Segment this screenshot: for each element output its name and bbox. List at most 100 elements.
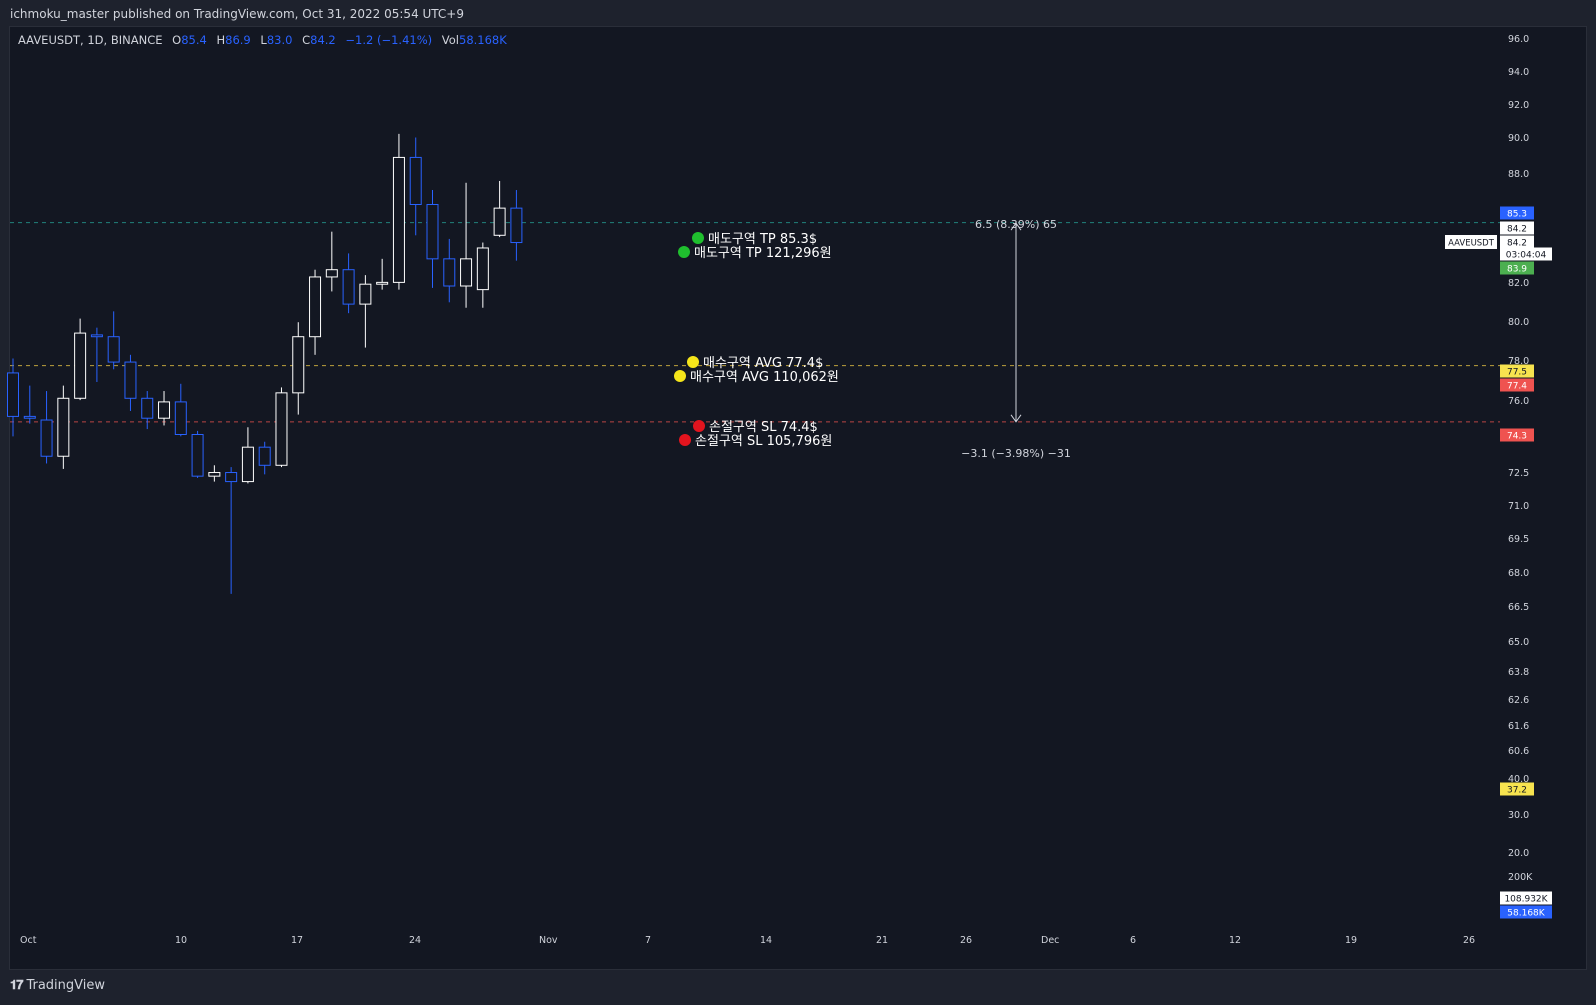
y-tick-label: 72.5 [1508,468,1529,479]
y-tick-label: 62.6 [1508,695,1529,706]
candle-body [40,419,53,457]
candle-body [124,361,137,399]
y-tick-label: 82.0 [1508,278,1529,289]
legend-low-value: 83.0 [266,33,293,47]
y-tick-label: 76.0 [1508,396,1529,407]
candle-body [258,446,271,466]
sl-krw-dot-icon [679,434,691,446]
ohlc-legend: AAVEUSDT, 1D, BINANCE O85.4 H86.9 L83.0 … [18,33,507,47]
y-tick-label: 96.0 [1508,34,1529,45]
x-tick-label: 12 [1229,935,1241,946]
avg-usd-dot-icon [687,356,699,368]
candle-body [309,276,322,338]
tp-usd-dot-icon [692,232,704,244]
y-tick-label: 92.0 [1508,100,1529,111]
tp-krw-label: 매도구역 TP 121,296원 [694,246,832,261]
x-tick-label: 10 [175,935,187,946]
x-tick-label: 19 [1345,935,1357,946]
candle-body [74,332,87,399]
y-tick-label: 30.0 [1508,810,1529,821]
candle-body [158,401,171,419]
measure-down-label: −3.1 (−3.98%) −31 [961,447,1071,460]
footer-bar: 𝟏𝟕 TradingView [0,971,1596,1005]
avg-krw-dot-icon [674,370,686,382]
x-tick-label: Nov [539,935,558,946]
avg-krw-label: 매수구역 AVG 110,062원 [690,370,839,385]
candle-body [460,258,473,287]
x-tick-label: Oct [20,935,37,946]
candle-body [241,446,254,483]
avg-usd-label: 매수구역 AVG 77.4$ [703,356,823,371]
y-tick-label: 65.0 [1508,637,1529,648]
candle-body [359,283,372,305]
legend-high-value: 86.9 [225,33,251,47]
measure-up-label: 6.5 (8.39%) 65 [975,218,1057,231]
x-tick-label: Dec [1041,935,1059,946]
candle-body [23,415,36,419]
x-tick-label: 6 [1130,935,1136,946]
candle-body [476,247,489,291]
candle-body [141,397,154,419]
candle-body [426,204,439,260]
candle-body [510,207,523,244]
legend-vol-label: Vol [441,33,459,47]
candle-body [107,336,120,363]
candle-body [443,258,456,287]
price-tag-label: 03:04:04 [1506,251,1547,261]
price-chart[interactable]: 6.5 (8.39%) 65 −3.1 (−3.98%) −31 매도구역 TP 8… [0,0,1596,1005]
symbol-tag-label: AAVEUSDT [1448,239,1495,249]
legend-open-value: 85.4 [181,33,207,47]
y-tick-label: 66.5 [1508,602,1529,613]
x-tick-label: 26 [1463,935,1475,946]
candle-body [208,472,221,477]
y-tick-label: 20.0 [1508,848,1529,859]
legend-close-label: C [302,33,311,47]
candle-body [342,269,355,305]
price-tag-label: 77.5 [1507,368,1527,378]
candle-body [493,207,506,236]
tp-usd-label: 매도구역 TP 85.3$ [708,232,817,247]
y-tick-label: 68.0 [1508,568,1529,579]
price-tag-label: 58.168K [1507,909,1545,919]
price-tag-label: 84.2 [1507,239,1527,249]
tradingview-brand[interactable]: 𝟏𝟕 TradingView [10,978,105,993]
x-tick-label: 7 [645,935,651,946]
y-tick-label: 71.0 [1508,501,1529,512]
price-tag-label: 37.2 [1507,786,1527,796]
legend-symbol[interactable]: AAVEUSDT, 1D, BINANCE [18,33,163,47]
y-tick-label: 60.6 [1508,746,1529,757]
candle-body [57,397,70,457]
x-tick-label: 17 [291,935,303,946]
x-tick-label: 21 [876,935,888,946]
price-tag-label: 85.3 [1507,210,1527,220]
legend-vol-value: 58.168K [459,33,507,47]
x-tick-label: 24 [409,935,421,946]
candle-body [174,401,187,436]
candle-body [376,281,389,285]
y-tick-label: 94.0 [1508,67,1529,78]
y-tick-label: 69.5 [1508,534,1529,545]
x-tick-label: 26 [960,935,972,946]
sl-usd-label: 손절구역 SL 74.4$ [709,420,818,435]
price-tag-label: 84.2 [1507,225,1527,235]
legend-open-label: O [172,33,182,47]
legend-high-label: H [216,33,226,47]
candle-body [409,156,422,206]
legend-close-value: 84.2 [310,33,336,47]
candle-body [292,336,305,394]
candle-body [225,472,238,483]
price-tag-label: 108.932K [1504,895,1548,905]
brand-label: TradingView [26,978,106,993]
y-tick-label: 63.8 [1508,667,1529,678]
tradingview-logo-icon: 𝟏𝟕 [10,978,24,993]
y-tick-label: 88.0 [1508,169,1529,180]
sl-krw-label: 손절구역 SL 105,796원 [695,434,832,449]
y-tick-label: 61.6 [1508,721,1529,732]
y-tick-label: 80.0 [1508,317,1529,328]
legend-change-value: −1.2 (−1.41%) [345,33,433,47]
x-tick-label: 14 [760,935,772,946]
candle-body [275,392,288,466]
price-tag-label: 74.3 [1507,432,1527,442]
candle-body [7,372,19,417]
price-tag-label: 77.4 [1507,382,1527,392]
